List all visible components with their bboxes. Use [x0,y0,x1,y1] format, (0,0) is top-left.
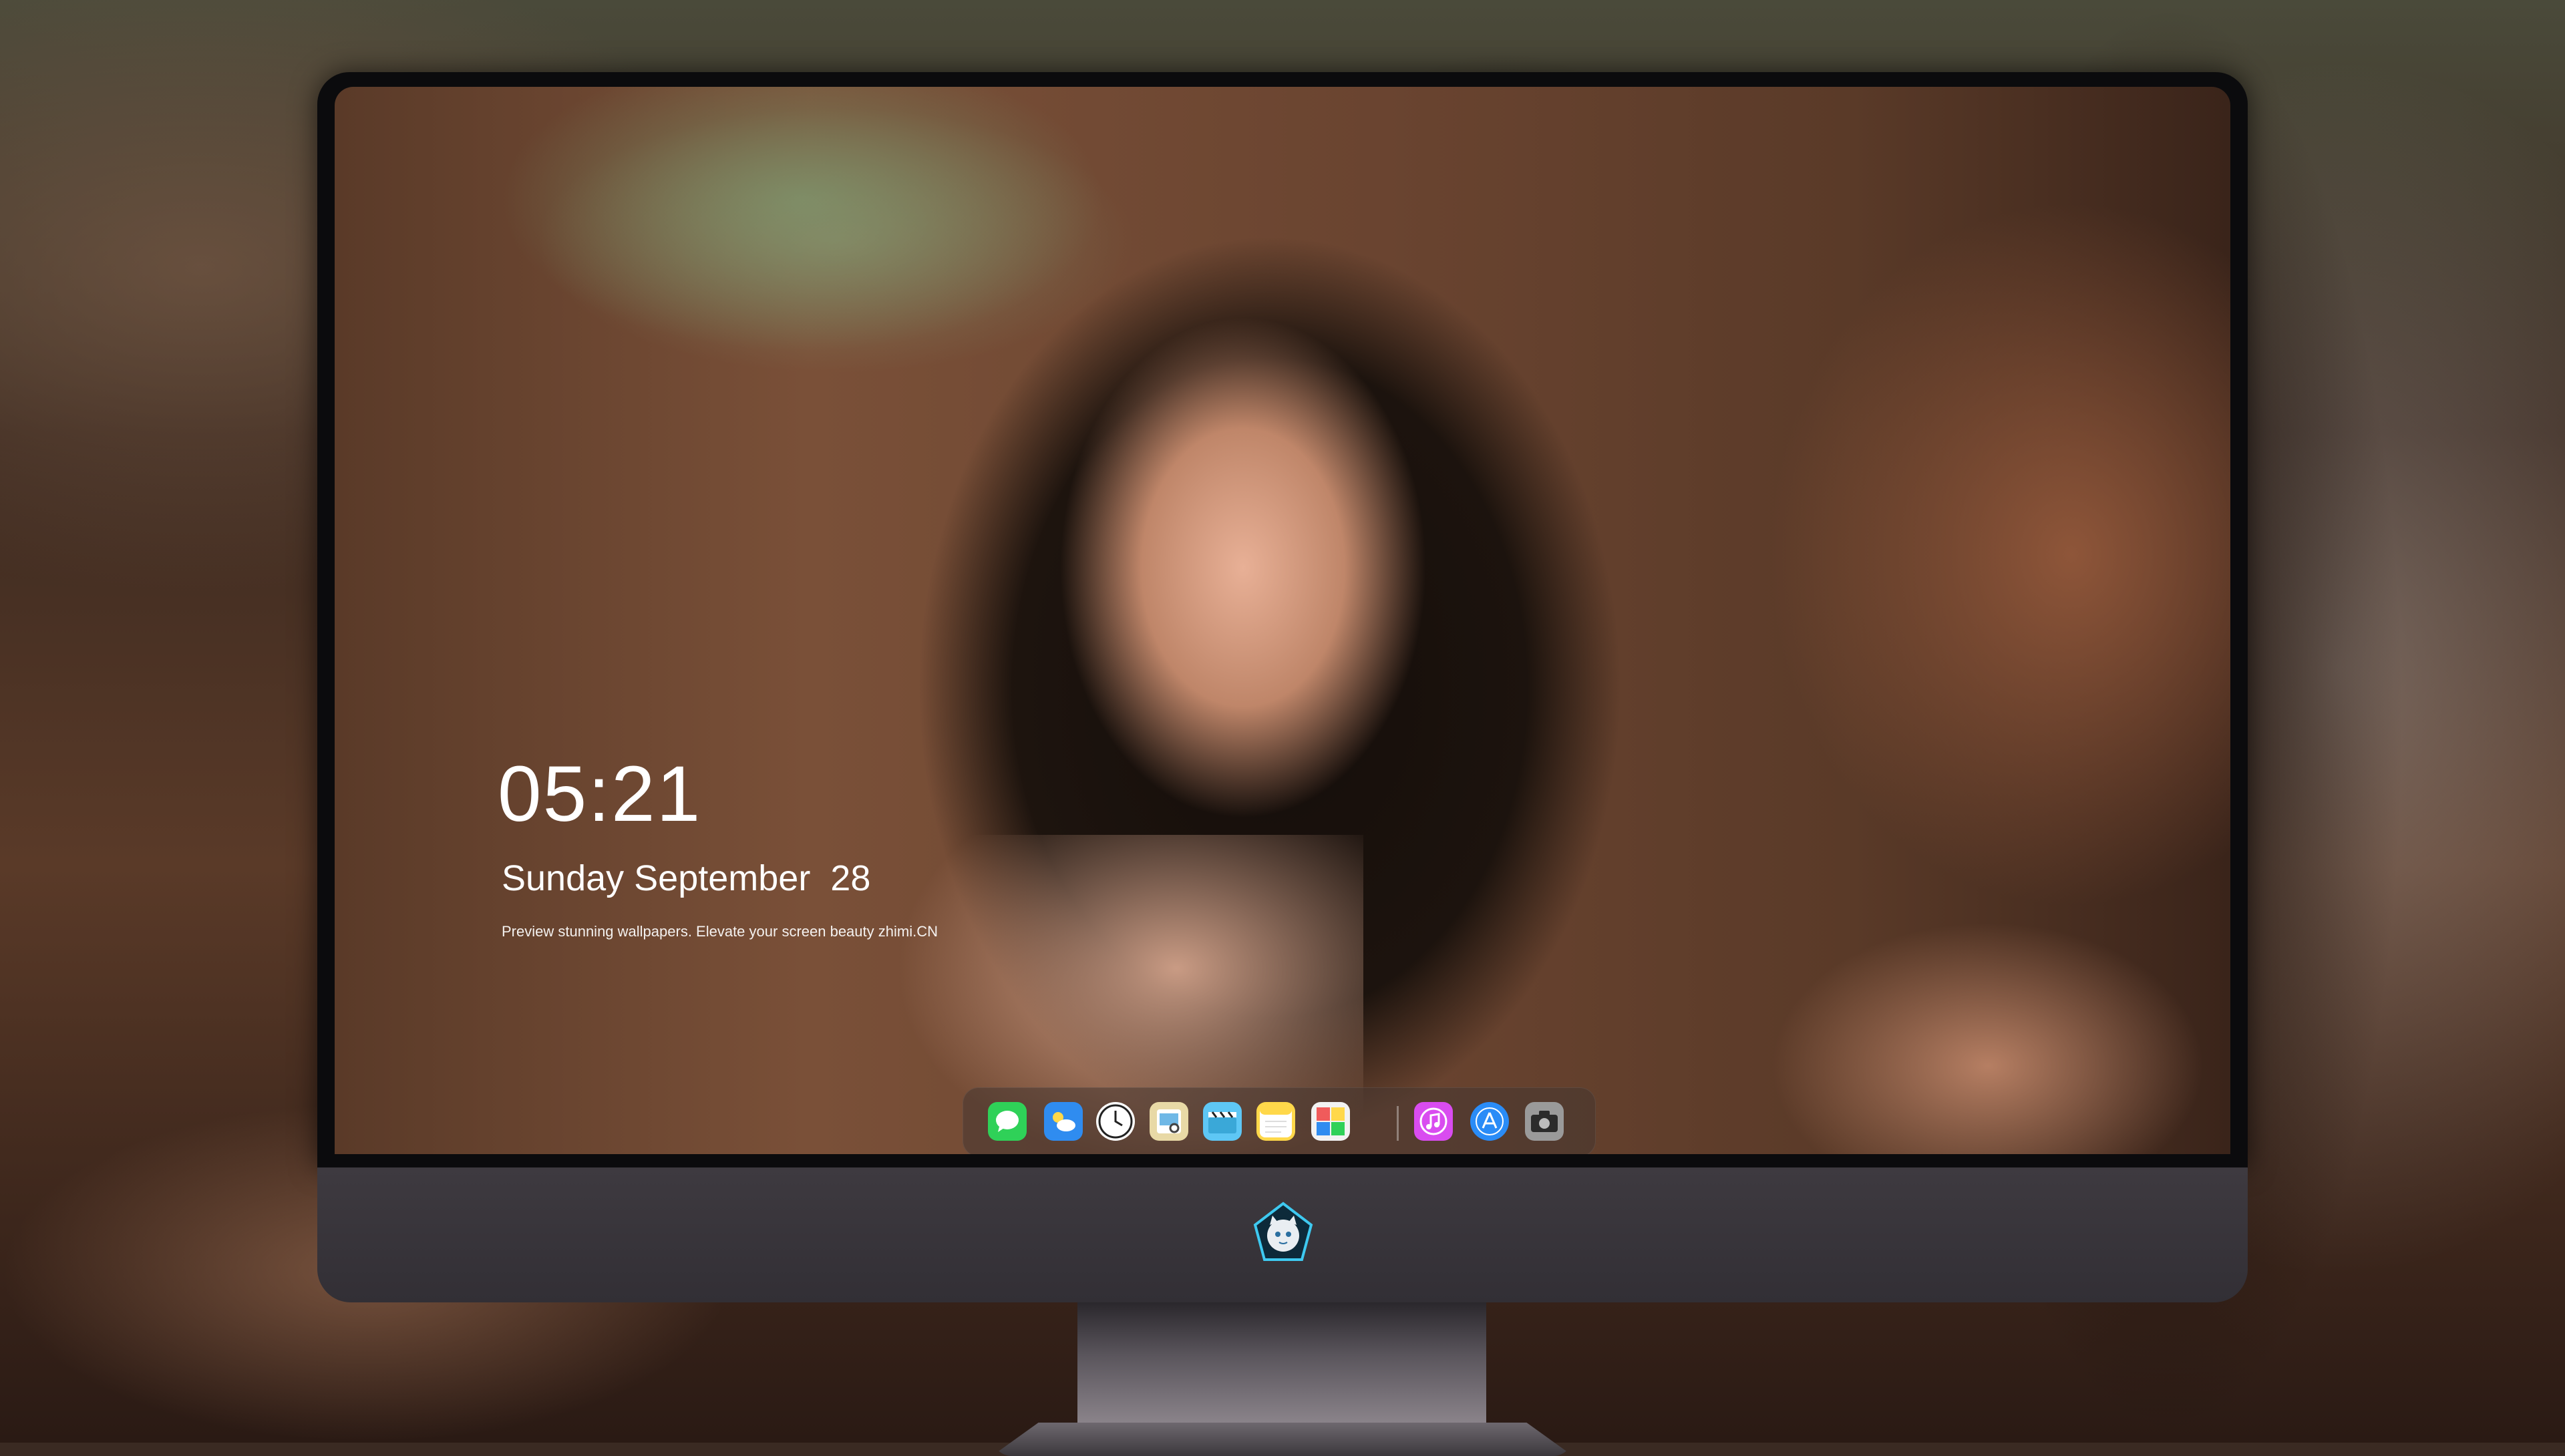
messages-icon[interactable] [988,1102,1027,1141]
wallpaper-window-light [535,107,1136,374]
date-day: 28 [830,858,871,898]
cat-mascot-logo-icon [1250,1201,1317,1268]
date-line: Sunday September 28 [502,858,938,899]
monitor-bezel: 05:21 Sunday September 28 Preview stunnin… [317,72,2248,1167]
wallpaper-shape [1771,922,2205,1154]
monitor-chin [317,1167,2248,1302]
photos-icon[interactable] [1311,1102,1350,1141]
preview-icon[interactable] [1150,1102,1188,1141]
lock-screen-info: 05:21 Sunday September 28 Preview stunnin… [498,755,938,940]
clock-time: 05:21 [498,750,702,838]
date-weekday-month: Sunday September [502,858,811,898]
clock-icon[interactable] [1096,1102,1135,1141]
music-icon[interactable] [1414,1102,1453,1141]
monitor-stand-base [992,1423,1573,1456]
camera-icon[interactable] [1525,1102,1564,1141]
weather-icon[interactable] [1044,1102,1083,1141]
monitor: 05:21 Sunday September 28 Preview stunnin… [317,72,2248,1456]
notes-icon[interactable] [1256,1102,1295,1141]
clapperboard-icon[interactable] [1203,1102,1242,1141]
desktop-screen: 05:21 Sunday September 28 Preview stunnin… [335,87,2230,1154]
app-store-icon[interactable] [1470,1102,1509,1141]
dock-separator [1397,1106,1399,1141]
wallpaper-tagline: Preview stunning wallpapers. Elevate you… [502,923,938,940]
dock [963,1087,1596,1154]
monitor-stand [1077,1302,1486,1423]
